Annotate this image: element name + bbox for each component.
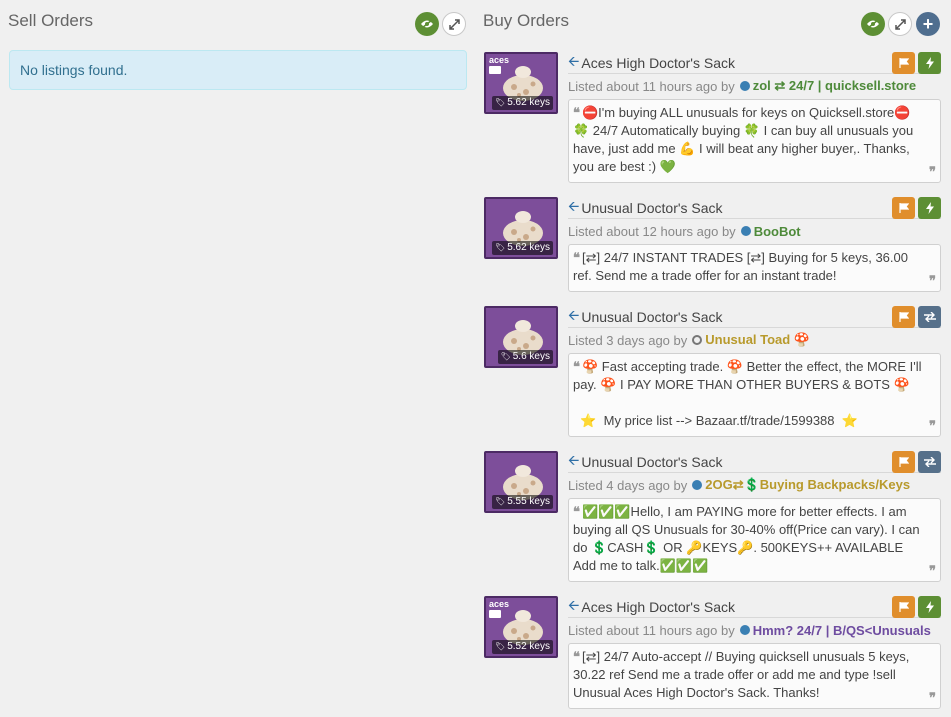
listed-time: Listed about 11 hours ago by — [568, 622, 735, 638]
item-name[interactable]: Unusual Doctor's Sack — [581, 309, 722, 325]
online-status-dot — [740, 226, 751, 236]
description-text: 🍄 Fast accepting trade. 🍄 Better the eff… — [573, 359, 922, 428]
price-value: 5.62 keys — [507, 97, 550, 108]
sell-orders-title: Sell Orders — [8, 11, 94, 30]
flag-icon — [898, 312, 909, 322]
tag-icon: 🏷 — [500, 352, 511, 361]
instant-trade-button[interactable] — [918, 197, 941, 219]
item-thumbnail[interactable]: aces 🏷 5.62 keys — [484, 52, 558, 114]
item-name[interactable]: Unusual Doctor's Sack — [581, 200, 722, 216]
arrow-left-icon: 🡨 — [568, 197, 580, 214]
arrow-left-icon: 🡨 — [568, 596, 580, 613]
expand-icon — [448, 18, 460, 30]
price-tag: 🏷 5.55 keys — [492, 495, 553, 509]
flag-icon — [898, 58, 909, 68]
item-thumbnail[interactable]: aces 🏷 5.52 keys — [484, 596, 558, 658]
no-listings-alert: No listings found. — [9, 50, 467, 90]
listed-time: Listed 4 days ago by — [568, 477, 688, 493]
exchange-icon — [923, 457, 936, 467]
price-value: 5.6 keys — [512, 351, 550, 362]
user-name[interactable]: Hmm? 24/7 | B/QS<Unusuals — [753, 623, 931, 638]
buy-orders-title: Buy Orders — [483, 11, 569, 30]
description-text: ✅✅✅Hello, I am PAYING more for better ef… — [573, 504, 924, 573]
quote-open-icon: ❝ — [573, 105, 580, 120]
expand-icon — [894, 18, 906, 30]
listing-description: ❝ [⇄] 24/7 INSTANT TRADES [⇄] Buying for … — [568, 244, 941, 292]
lightning-icon — [925, 57, 934, 69]
report-button[interactable] — [892, 596, 915, 618]
report-button[interactable] — [892, 52, 915, 74]
description-text: ⛔I'm buying ALL unusuals for keys on Qui… — [573, 105, 914, 174]
listing-description: ❝ ⛔I'm buying ALL unusuals for keys on Qu… — [568, 99, 941, 183]
quote-open-icon: ❝ — [573, 250, 580, 265]
buy-expand-button[interactable] — [888, 12, 912, 36]
user-name[interactable]: 2OG⇄💲Buying Backpacks/Keys — [705, 477, 910, 493]
listing-description: ❝ [⇄] 24/7 Auto-accept // Buying quicksel… — [568, 643, 941, 709]
price-value: 5.55 keys — [507, 496, 550, 507]
item-thumbnail[interactable]: 🏷 5.62 keys — [484, 197, 558, 259]
instant-trade-button[interactable] — [918, 596, 941, 618]
flag-icon — [898, 602, 909, 612]
price-tag: 🏷 5.6 keys — [497, 350, 553, 364]
user-name[interactable]: Unusual Toad 🍄 — [705, 332, 810, 348]
online-status-dot — [739, 81, 750, 91]
price-tag: 🏷 5.52 keys — [492, 640, 553, 654]
user-name[interactable]: zol ⇄ 24/7 | quicksell.store — [753, 78, 916, 94]
report-button[interactable] — [892, 197, 915, 219]
quote-close-icon: ❞ — [929, 690, 936, 705]
tag-icon: 🏷 — [495, 497, 506, 506]
report-button[interactable] — [892, 451, 915, 473]
quote-close-icon: ❞ — [929, 563, 936, 578]
instant-trade-button[interactable] — [918, 52, 941, 74]
arrow-left-icon: 🡨 — [568, 451, 580, 468]
lightning-icon — [925, 202, 934, 214]
flag-icon — [898, 203, 909, 213]
price-value: 5.52 keys — [507, 641, 550, 652]
description-text: [⇄] 24/7 INSTANT TRADES [⇄] Buying for 5… — [573, 250, 912, 283]
item-name[interactable]: Aces High Doctor's Sack — [581, 55, 735, 71]
plus-icon: + — [922, 13, 934, 34]
listing-description: ❝ ✅✅✅Hello, I am PAYING more for better e… — [568, 498, 941, 582]
sell-expand-button[interactable] — [442, 12, 466, 36]
quote-close-icon: ❞ — [929, 164, 936, 179]
description-text: [⇄] 24/7 Auto-accept // Buying quicksell… — [573, 649, 914, 700]
price-value: 5.62 keys — [507, 242, 550, 253]
listed-time: Listed about 12 hours ago by — [568, 223, 736, 239]
listing-description: ❝ 🍄 Fast accepting trade. 🍄 Better the ef… — [568, 353, 941, 437]
online-status-dot — [739, 625, 750, 635]
item-name[interactable]: Aces High Doctor's Sack — [581, 599, 735, 615]
user-name[interactable]: BooBot — [754, 224, 801, 239]
arrow-left-icon: 🡨 — [568, 306, 580, 323]
online-status-dot — [692, 480, 703, 490]
item-thumbnail[interactable]: 🏷 5.55 keys — [484, 451, 558, 513]
quote-close-icon: ❞ — [929, 273, 936, 288]
exchange-icon — [923, 312, 936, 322]
tag-icon: 🏷 — [495, 642, 506, 651]
price-tag: 🏷 5.62 keys — [492, 241, 553, 255]
eye-icon — [421, 19, 433, 29]
quote-open-icon: ❝ — [573, 359, 580, 374]
report-button[interactable] — [892, 306, 915, 328]
offline-status-ring — [692, 335, 703, 345]
listed-time: Listed 3 days ago by — [568, 332, 688, 348]
item-name[interactable]: Unusual Doctor's Sack — [581, 454, 722, 470]
sell-toggle-visibility-button[interactable] — [415, 12, 439, 36]
flag-icon — [898, 457, 909, 467]
arrow-left-icon: 🡨 — [568, 52, 580, 69]
quote-open-icon: ❝ — [573, 504, 580, 519]
price-tag: 🏷 5.62 keys — [492, 96, 553, 110]
trade-offer-button[interactable] — [918, 306, 941, 328]
lightning-icon — [925, 601, 934, 613]
tag-icon: 🏷 — [495, 243, 506, 252]
tag-icon: 🏷 — [495, 98, 506, 107]
quote-open-icon: ❝ — [573, 649, 580, 664]
add-buy-order-button[interactable]: + — [916, 12, 940, 36]
quote-close-icon: ❞ — [929, 418, 936, 433]
listed-time: Listed about 11 hours ago by — [568, 78, 735, 94]
item-thumbnail[interactable]: 🏷 5.6 keys — [484, 306, 558, 368]
trade-offer-button[interactable] — [918, 451, 941, 473]
eye-icon — [867, 19, 879, 29]
buy-toggle-visibility-button[interactable] — [861, 12, 885, 36]
